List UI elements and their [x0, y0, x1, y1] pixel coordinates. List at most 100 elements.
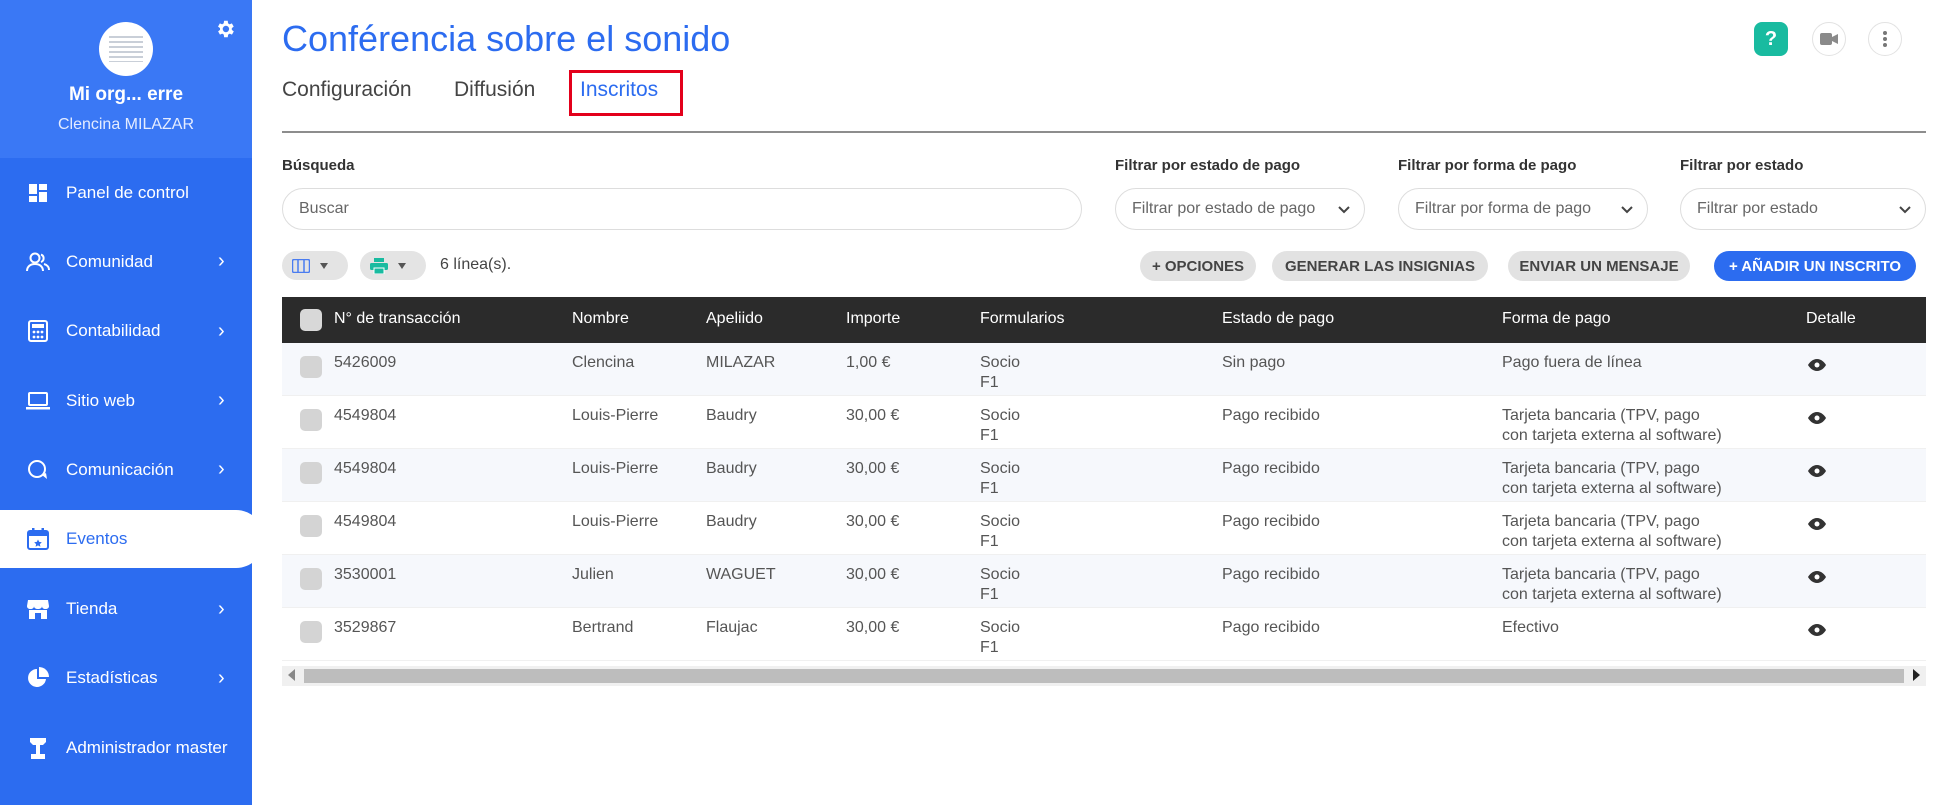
cell-payment-method: Tarjeta bancaria (TPV, pago con tarjeta e…	[1502, 565, 1722, 605]
method-line: con tarjeta externa al software)	[1502, 480, 1722, 497]
help-button[interactable]: ?	[1754, 22, 1788, 56]
sidebar-item-label: Comunidad	[66, 251, 153, 271]
cell-forms: Socio F1	[980, 406, 1020, 446]
columns-dropdown[interactable]	[282, 251, 348, 280]
tab-diffusion[interactable]: Diffusión	[454, 78, 535, 102]
more-options-button[interactable]	[1868, 22, 1902, 56]
status-label: Filtrar por estado	[1680, 157, 1804, 174]
sidebar-item-label: Contabilidad	[66, 321, 161, 341]
cell-amount: 30,00 €	[846, 460, 900, 477]
column-header[interactable]: Estado de pago	[1222, 310, 1334, 328]
chevron-right-icon: ›	[218, 666, 225, 689]
tab-configuracion[interactable]: Configuración	[282, 78, 412, 102]
scrollbar-thumb[interactable]	[304, 669, 1904, 683]
form-type: Socio	[980, 407, 1021, 424]
row-checkbox[interactable]	[300, 621, 322, 643]
table-row[interactable]: 3530001 Julien WAGUET 30,00 € Socio F1 Pa…	[282, 555, 1926, 608]
page-title: Conférencia sobre el sonido	[282, 18, 731, 59]
cell-payment-status: Sin pago	[1222, 354, 1286, 371]
column-header[interactable]: Apeliido	[706, 310, 763, 328]
send-message-button[interactable]: ENVIAR UN MENSAJE	[1508, 251, 1690, 281]
video-camera-icon	[1820, 33, 1838, 45]
options-button[interactable]: + OPCIONES	[1140, 251, 1256, 281]
form-code: F1	[980, 533, 999, 550]
chat-icon	[26, 458, 50, 482]
table-row[interactable]: 3529867 Bertrand Flaujac 30,00 € Socio F1…	[282, 608, 1926, 661]
sidebar-item-sitio-web[interactable]: Sitio web ›	[0, 366, 252, 435]
eye-icon[interactable]	[1808, 463, 1826, 483]
print-icon	[370, 257, 388, 274]
eye-icon[interactable]	[1808, 569, 1826, 589]
column-header[interactable]: N° de transacción	[334, 310, 460, 328]
form-code: F1	[980, 374, 999, 391]
sidebar: Mi org... erre Clencina MILAZAR Panel de…	[0, 0, 264, 805]
search-input[interactable]: Buscar	[282, 188, 1082, 230]
payment-status-label: Filtrar por estado de pago	[1115, 157, 1301, 174]
cell-payment-status: Pago recibido	[1222, 566, 1320, 583]
form-type: Socio	[980, 619, 1021, 636]
calculator-icon	[26, 319, 50, 343]
status-select[interactable]: Filtrar por estado	[1680, 188, 1926, 230]
payment-method-label: Filtrar por forma de pago	[1398, 157, 1577, 174]
eye-icon[interactable]	[1808, 622, 1826, 642]
horizontal-scrollbar[interactable]	[282, 666, 1926, 686]
search-label: Búsqueda	[282, 157, 355, 174]
table-row[interactable]: 4549804 Louis-Pierre Baudry 30,00 € Soci…	[282, 449, 1926, 502]
row-checkbox[interactable]	[300, 568, 322, 590]
column-header[interactable]: Forma de pago	[1502, 310, 1611, 328]
cell-first-name: Julien	[572, 566, 614, 583]
payment-method-placeholder: Filtrar por forma de pago	[1415, 200, 1592, 217]
row-checkbox[interactable]	[300, 356, 322, 378]
sidebar-item-contabilidad[interactable]: Contabilidad ›	[0, 297, 252, 366]
cell-last-name: Flaujac	[706, 619, 758, 636]
cell-last-name: Baudry	[706, 460, 757, 477]
method-line: Tarjeta bancaria (TPV, pago	[1502, 460, 1700, 477]
sidebar-item-panel-de-control[interactable]: Panel de control	[0, 158, 252, 227]
column-header[interactable]: Formularios	[980, 310, 1064, 328]
select-all-checkbox[interactable]	[300, 309, 322, 331]
cell-forms: Socio F1	[980, 565, 1020, 605]
row-checkbox[interactable]	[300, 515, 322, 537]
sidebar-item-estadisticas[interactable]: Estadísticas ›	[0, 644, 252, 713]
more-vertical-icon	[1883, 31, 1887, 47]
eye-icon[interactable]	[1808, 410, 1826, 430]
column-header[interactable]: Importe	[846, 310, 900, 328]
store-icon	[26, 597, 50, 621]
pie-chart-icon	[26, 666, 50, 690]
org-header: Mi org... erre Clencina MILAZAR	[0, 0, 252, 158]
payment-status-select[interactable]: Filtrar por estado de pago	[1115, 188, 1365, 230]
table-row[interactable]: 4549804 Louis-Pierre Baudry 30,00 € Soci…	[282, 396, 1926, 449]
sidebar-item-administrador-master[interactable]: Administrador master	[0, 713, 252, 782]
sidebar-item-eventos[interactable]: Eventos	[0, 510, 264, 569]
cell-forms: Socio F1	[980, 459, 1020, 499]
form-type: Socio	[980, 513, 1021, 530]
add-registrant-button[interactable]: + AÑADIR UN INSCRITO	[1714, 251, 1916, 281]
scroll-right-icon[interactable]	[1913, 669, 1920, 681]
chevron-down-icon	[1899, 206, 1911, 214]
sidebar-item-label: Sitio web	[66, 390, 135, 410]
eye-icon[interactable]	[1808, 516, 1826, 536]
payment-method-select[interactable]: Filtrar por forma de pago	[1398, 188, 1648, 230]
cell-amount: 1,00 €	[846, 354, 891, 371]
generate-badges-button[interactable]: GENERAR LAS INSIGNIAS	[1272, 251, 1488, 281]
table-row[interactable]: 4549804 Louis-Pierre Baudry 30,00 € Soci…	[282, 502, 1926, 555]
cell-payment-method: Tarjeta bancaria (TPV, pago con tarjeta e…	[1502, 512, 1722, 552]
eye-icon[interactable]	[1808, 357, 1826, 377]
column-header[interactable]: Detalle	[1806, 310, 1856, 328]
sidebar-item-comunicacion[interactable]: Comunicación ›	[0, 435, 252, 504]
column-header[interactable]: Nombre	[572, 310, 629, 328]
sidebar-item-label: Tienda	[66, 599, 118, 619]
cell-amount: 30,00 €	[846, 407, 900, 424]
table-row[interactable]: 5426009 Clencina MILAZAR 1,00 € Socio F1 …	[282, 343, 1926, 396]
scroll-left-icon[interactable]	[288, 669, 295, 681]
sidebar-item-tienda[interactable]: Tienda ›	[0, 574, 252, 643]
gear-icon[interactable]	[214, 18, 236, 40]
print-dropdown[interactable]	[360, 251, 426, 280]
video-button[interactable]	[1812, 22, 1846, 56]
sidebar-item-comunidad[interactable]: Comunidad ›	[0, 227, 252, 296]
row-checkbox[interactable]	[300, 409, 322, 431]
cell-forms: Socio F1	[980, 618, 1020, 658]
org-avatar[interactable]	[99, 22, 153, 76]
question-icon: ?	[1764, 27, 1778, 50]
row-checkbox[interactable]	[300, 462, 322, 484]
